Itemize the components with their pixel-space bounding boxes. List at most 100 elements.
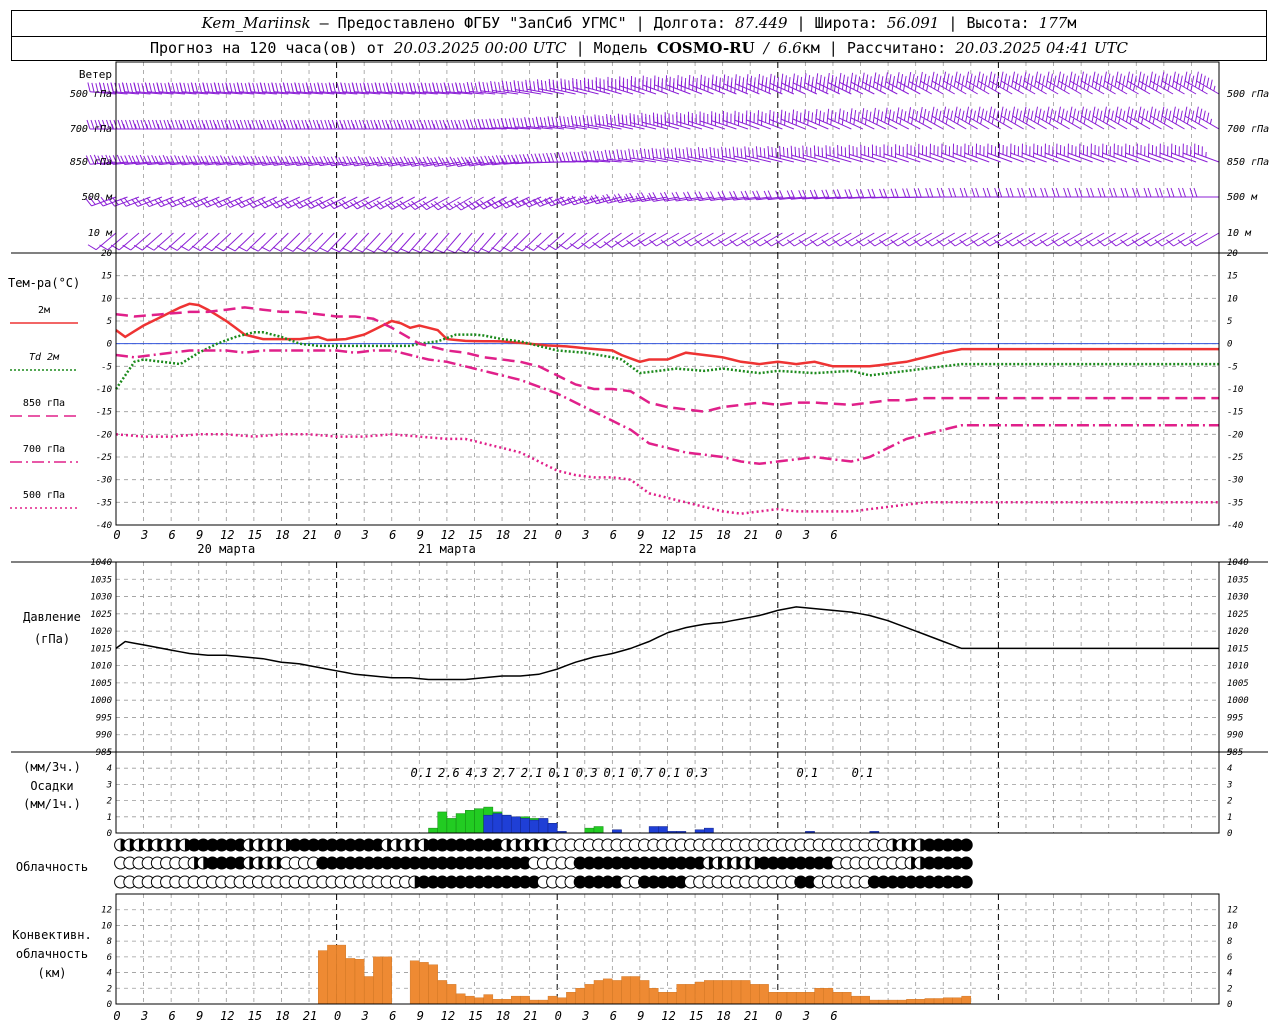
wind-barb-feather: [800, 76, 803, 87]
wind-barb-feather: [1096, 108, 1099, 119]
precip-tick-left: 5: [107, 748, 112, 758]
convective-bar: [750, 984, 760, 1005]
wind-barb-feather: [229, 82, 233, 93]
wind-barb-feather: [912, 73, 915, 84]
convective-bar: [492, 999, 503, 1005]
wind-barb-feather: [512, 117, 516, 127]
wind-barb-feather: [877, 109, 880, 120]
cloud-title: Облачность: [16, 860, 88, 874]
wind-barb-feather: [440, 83, 444, 93]
wind-barb-feather: [400, 248, 410, 253]
wind-barb-half-feather: [1190, 85, 1193, 92]
temp-tick-left: -40: [96, 521, 112, 531]
wind-barb-half-feather: [983, 85, 986, 92]
wind-barb-feather: [371, 83, 375, 93]
wind-barb-feather: [1113, 187, 1118, 198]
convective-bar: [593, 980, 604, 1005]
wind-barb-feather: [1028, 187, 1033, 198]
wind-barb-half-feather: [1117, 118, 1121, 125]
convective-bar: [897, 999, 907, 1005]
wind-barb-feather: [508, 118, 513, 128]
wind-barb-shaft: [966, 232, 990, 247]
wind-barb-feather: [609, 114, 613, 125]
convective-bar: [520, 995, 530, 1005]
wind-barb-feather: [701, 147, 704, 158]
wind-barb-feather: [931, 71, 935, 82]
time-hour-label-bottom: 0: [113, 1009, 120, 1023]
precip-total-label: 2.6: [438, 766, 460, 780]
convective-bar: [566, 992, 576, 1005]
wind-barb-feather: [862, 72, 865, 83]
time-hour-label: 15: [689, 528, 703, 542]
wind-barb-feather: [1053, 110, 1057, 121]
wind-barb-feather: [920, 71, 923, 82]
wind-barb-feather: [1187, 73, 1191, 84]
wind-barb-feather: [865, 74, 869, 84]
wind-barb-shaft: [667, 232, 691, 247]
wind-barb-feather: [954, 106, 958, 117]
convective-bar: [602, 978, 613, 1005]
wind-barb-feather: [992, 108, 996, 119]
wind-barb-feather: [535, 116, 539, 127]
convective-bar: [373, 956, 383, 1005]
time-hour-label-bottom: 21: [523, 1009, 537, 1023]
wind-barb-feather: [118, 83, 122, 93]
wind-barb-feather: [943, 106, 947, 117]
convective-bar: [345, 958, 356, 1005]
wind-barb-shaft: [1012, 232, 1036, 247]
precip-title: Осадки: [30, 779, 73, 793]
wind-barb-feather: [986, 187, 991, 198]
wind-barb-feather: [209, 119, 214, 130]
wind-barb-feather: [332, 82, 336, 93]
wind-barb-shaft: [943, 232, 967, 247]
wind-barb-shaft: [886, 232, 910, 247]
conv-tick-left: 12: [101, 906, 112, 916]
wind-barb-shaft: [1000, 232, 1024, 247]
cloud-cover-symbol: [959, 875, 973, 889]
convective-bar: [437, 980, 448, 1005]
wind-barb-feather: [1101, 187, 1106, 198]
wind-barb-feather: [775, 148, 777, 158]
wind-barb-feather: [157, 245, 166, 251]
wind-barb-feather: [819, 74, 822, 85]
wind-barb-feather: [519, 154, 524, 164]
wind-barb-feather: [163, 119, 168, 130]
wind-barb-feather: [436, 82, 440, 93]
wind-barb-feather: [275, 82, 279, 93]
convective-bar: [685, 984, 696, 1005]
wind-barb-feather: [465, 119, 470, 129]
wind-barb-feather: [896, 72, 900, 82]
wind-barb-feather: [374, 82, 378, 92]
wind-barb-feather: [883, 188, 888, 198]
wind-barb-feather: [378, 82, 382, 93]
wind-barb-feather: [1179, 75, 1183, 86]
wind-barb-feather: [459, 82, 463, 93]
time-hour-label-bottom: 15: [468, 1009, 482, 1023]
wind-barb-shaft: [350, 232, 370, 253]
wind-barb-feather: [616, 149, 620, 159]
convective-bar: [933, 998, 944, 1005]
wind-barb-feather: [612, 150, 616, 161]
pressure-tick-left: 1020: [90, 627, 112, 637]
wind-barb-feather: [954, 71, 958, 82]
wind-barb-feather: [164, 83, 168, 93]
convective-bar: [318, 950, 328, 1005]
wind-barb-feather: [1184, 106, 1188, 117]
wind-barb-feather: [228, 119, 233, 130]
wind-barb-feather: [285, 119, 290, 130]
wind-barb-shaft: [1173, 232, 1197, 247]
wind-barb-feather: [180, 245, 189, 252]
temp-legend-label: 500 гПа: [23, 490, 65, 501]
wind-barb-feather: [815, 73, 819, 83]
wind-barb-feather: [1104, 106, 1107, 117]
convective-bar: [795, 992, 806, 1005]
time-hour-label: 18: [275, 528, 289, 542]
wind-barb-feather: [788, 76, 791, 87]
time-hour-label-bottom: 9: [637, 1009, 644, 1023]
wind-barb-feather: [589, 151, 593, 161]
wind-barb-feather: [857, 111, 860, 122]
wind-barb-feather: [522, 154, 528, 164]
wind-barb-feather: [1109, 187, 1114, 198]
wind-barb-feather: [587, 78, 590, 89]
wind-barb-feather: [1136, 187, 1141, 198]
